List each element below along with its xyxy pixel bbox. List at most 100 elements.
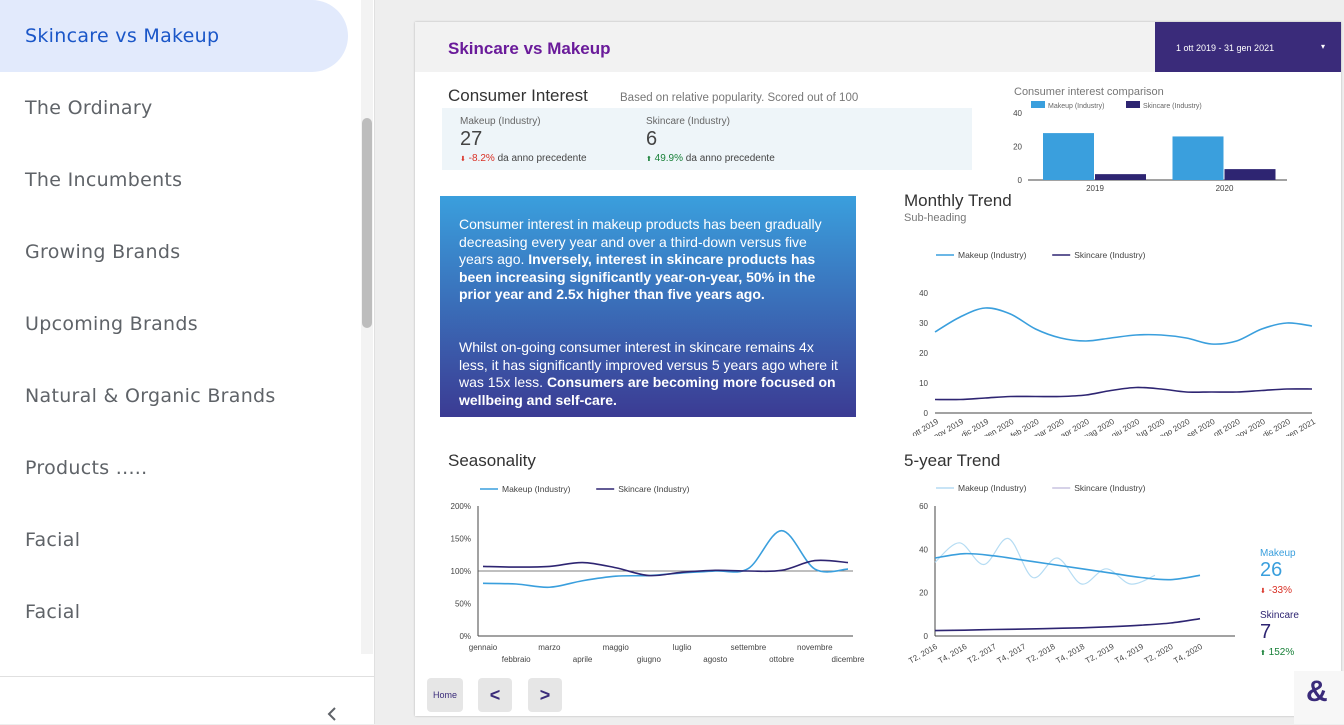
y-tick-label: 100% [451, 567, 471, 576]
five-year-skincare-label: Skincare [1260, 610, 1299, 621]
arrow-up-icon: ⬆ [1260, 650, 1266, 657]
x-tick-label: agosto [703, 655, 728, 664]
five-year-skincare-change-value: 152% [1268, 647, 1295, 658]
home-button[interactable]: Home [427, 678, 463, 712]
skincare-kpi-value: 6 [646, 128, 658, 150]
sidebar-item-facial[interactable]: Facial [0, 504, 362, 576]
consumer-interest-comparison-chart: Consumer interest comparison Makeup (Indu… [1013, 86, 1287, 193]
x-tick-label: dicembre [832, 655, 865, 664]
date-range-label: 1 ott 2019 - 31 gen 2021 [1176, 43, 1275, 53]
skincare-kpi-change: ⬆ 49.9% da anno precedente [646, 153, 775, 164]
skincare-series-line [934, 617, 1201, 632]
x-tick-label: T2, 2020 [1143, 642, 1175, 666]
seasonality-chart: Seasonality Makeup (Industry) Skincare (In… [448, 451, 865, 664]
bar [1224, 169, 1276, 180]
x-tick-label: febbraio [502, 655, 531, 664]
insight-box: Consumer interest in makeup products has… [440, 196, 856, 417]
dropdown-arrow-icon: ▾ [1321, 42, 1326, 51]
makeup-raw-series-line [934, 537, 1156, 585]
makeup-kpi-change: ⬇ -8.2% da anno precedente [460, 153, 587, 164]
y-tick-label: 20 [919, 589, 928, 598]
consumer-interest-subtitle: Based on relative popularity. Scored out… [620, 92, 859, 104]
sidebar-item-growing-brands[interactable]: Growing Brands [0, 216, 362, 288]
x-tick-label: T2, 2016 [907, 642, 939, 666]
y-tick-label: 0% [459, 632, 471, 641]
sidebar-item-natural-organic-brands[interactable]: Natural & Organic Brands [0, 360, 362, 432]
sidebar-scrollbar-thumb[interactable] [362, 118, 372, 328]
bar [1095, 174, 1146, 180]
five-year-makeup-value: 26 [1260, 559, 1283, 581]
skincare-series-line [934, 386, 1313, 401]
five-year-skincare-value: 7 [1260, 621, 1272, 643]
prev-page-button[interactable]: < [478, 678, 512, 712]
legend-swatch [1126, 101, 1140, 108]
x-tick-label: T4, 2017 [995, 642, 1027, 666]
y-tick-label: 60 [919, 502, 928, 511]
x-tick-label: maggio [603, 643, 630, 652]
arrow-up-icon: ⬆ [646, 156, 652, 163]
y-tick-label: 30 [919, 319, 928, 328]
skincare-series-line [482, 559, 849, 577]
sidebar: Skincare vs Makeup The Ordinary The Incu… [0, 0, 375, 724]
x-tick-label: T4, 2020 [1172, 642, 1204, 666]
y-tick-label: 0 [924, 632, 929, 641]
next-page-button[interactable]: > [528, 678, 562, 712]
sidebar-item-facial-2[interactable]: Facial [0, 576, 362, 648]
sidebar-item-skincare-vs-makeup[interactable]: Skincare vs Makeup [0, 0, 348, 72]
monthly-trend-chart: Monthly Trend Sub-heading Makeup (Industry… [904, 191, 1317, 436]
arrow-down-icon: ⬇ [1260, 588, 1266, 595]
sidebar-item-the-ordinary[interactable]: The Ordinary [0, 72, 362, 144]
five-year-makeup-change: ⬇ -33% [1260, 585, 1292, 596]
kpi-scorecards: Makeup (Industry) 27 ⬇ -8.2% da anno pre… [442, 108, 972, 170]
y-tick-label: 200% [451, 502, 471, 511]
x-tick-label: ottobre [769, 655, 794, 664]
x-tick-label: marzo [538, 643, 561, 652]
sidebar-item-products[interactable]: Products ..... [0, 432, 362, 504]
report-header: Skincare vs Makeup 1 ott 2019 - 31 gen 2… [415, 22, 1341, 72]
sidebar-nav: Skincare vs Makeup The Ordinary The Incu… [0, 0, 362, 648]
five-year-makeup-change-value: -33% [1268, 585, 1293, 596]
y-tick-label: 40 [919, 289, 928, 298]
x-tick-label: T2, 2018 [1025, 642, 1057, 666]
y-tick-label: 20 [1013, 143, 1022, 152]
x-tick-label: novembre [797, 643, 833, 652]
skincare-change-suffix: da anno precedente [685, 153, 775, 164]
legend-label: Makeup (Industry) [958, 483, 1027, 493]
y-tick-label: 40 [1013, 109, 1022, 118]
y-tick-label: 40 [919, 545, 928, 554]
chart-subtitle: Sub-heading [904, 212, 966, 224]
chart-title: 5-year Trend [904, 451, 1000, 470]
legend-label: Skincare (Industry) [1074, 483, 1145, 493]
legend-label: Skincare (Industry) [618, 484, 689, 494]
insight-paragraph-2: Whilst on-going consumer interest in ski… [459, 339, 844, 409]
makeup-kpi-value: 27 [460, 128, 483, 150]
bar [1043, 133, 1094, 180]
insight-paragraph-1: Consumer interest in makeup products has… [459, 216, 844, 304]
sidebar-item-the-incumbents[interactable]: The Incumbents [0, 144, 362, 216]
skincare-kpi-label: Skincare (Industry) [646, 116, 730, 127]
skincare-change-value: 49.9% [654, 153, 684, 164]
ampersand-logo-icon: & [1306, 675, 1328, 708]
legend-label: Makeup (Industry) [958, 250, 1027, 260]
chart-title: Monthly Trend [904, 191, 1012, 210]
arrow-down-icon: ⬇ [460, 156, 466, 163]
makeup-kpi-label: Makeup (Industry) [460, 116, 541, 127]
date-range-picker[interactable]: 1 ott 2019 - 31 gen 2021 ▾ [1155, 22, 1341, 72]
chevron-left-icon[interactable] [322, 704, 342, 724]
x-tick-label: settembre [731, 643, 767, 652]
sidebar-item-upcoming-brands[interactable]: Upcoming Brands [0, 288, 362, 360]
five-year-skincare-change: ⬆ 152% [1260, 647, 1294, 658]
makeup-series-line [482, 529, 849, 589]
five-year-trend-chart: 5-year Trend Makeup (Industry) Skincare (I… [904, 451, 1235, 666]
y-tick-label: 50% [455, 600, 471, 609]
brand-logo: & [1294, 671, 1344, 724]
makeup-series-line [934, 307, 1313, 345]
x-tick-label: gennaio [469, 643, 498, 652]
legend-label: Skincare (Industry) [1143, 103, 1202, 110]
report-title: Skincare vs Makeup [448, 39, 611, 58]
x-tick-label: T4, 2019 [1113, 642, 1145, 666]
legend-swatch [1031, 101, 1045, 108]
y-tick-label: 10 [919, 379, 928, 388]
makeup-change-value: -8.2% [468, 153, 495, 164]
legend-label: Makeup (Industry) [1048, 103, 1104, 110]
